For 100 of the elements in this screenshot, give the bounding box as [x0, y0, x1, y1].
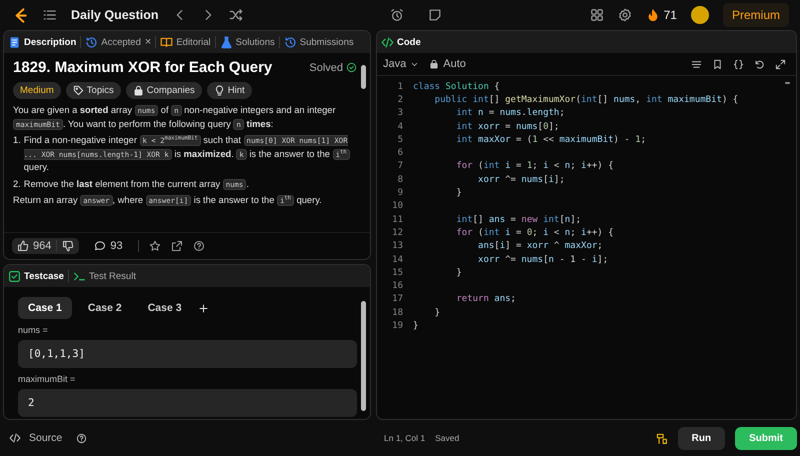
panel-tab[interactable]: Editorial [160, 36, 211, 48]
input-field[interactable]: [0,1,1,3] [18, 340, 357, 368]
terminal-icon [72, 270, 86, 282]
premium-link[interactable]: Premium [722, 3, 789, 27]
save-status: Saved [435, 433, 460, 443]
line-number: 17 [391, 294, 404, 304]
line-number: 10 [391, 201, 404, 212]
note-icon [428, 8, 442, 22]
plus-icon [198, 302, 209, 314]
code-line: } [455, 268, 462, 278]
list-number: 1. [13, 134, 21, 147]
line-number: 12 [391, 228, 404, 238]
code-line: } [413, 320, 418, 331]
panel-tab[interactable]: Solutions [220, 36, 275, 48]
input-label: nums = [18, 325, 49, 335]
case-tab[interactable]: Case 1 [18, 297, 72, 319]
code-line: public int[] getMaximumXor(int[] nums, int maximumBit) { [434, 94, 738, 105]
line-number: 4 [396, 122, 404, 132]
comments-button[interactable]: 93 [89, 238, 128, 254]
panel-tab[interactable]: Submissions [284, 36, 354, 48]
thumbs-down-icon [62, 240, 74, 252]
line-number: 5 [396, 134, 404, 145]
panel-tab[interactable]: Test Result [72, 270, 136, 282]
code-line: int n = nums.length; [455, 108, 565, 118]
code-line: xorr ^= nums[n - 1 - i]; [477, 254, 608, 264]
star-icon [148, 240, 161, 252]
lightbulb-icon [214, 85, 225, 96]
input-field[interactable]: 2 [18, 389, 357, 417]
list-number: 2. [13, 178, 21, 190]
code-line: return ans; [455, 294, 516, 304]
avatar[interactable] [690, 6, 709, 24]
grid-icon [590, 8, 604, 22]
cursor-position: Ln 1, Col 1 [384, 433, 426, 443]
auto-mode-label[interactable]: Auto [443, 58, 466, 70]
code-line: for (int i = 0; i < n; i++) { [455, 228, 614, 238]
panel-tab[interactable]: Description [8, 36, 76, 48]
check-circle-icon [346, 62, 357, 73]
close-tab-button[interactable]: × [144, 36, 152, 48]
code-icon [9, 432, 21, 444]
code-line: int[] ans = new int[n]; [455, 214, 582, 225]
lock-icon [132, 85, 144, 96]
history-icon [284, 36, 297, 48]
code-line: } [434, 308, 440, 318]
line-number: 7 [396, 161, 404, 172]
run-button[interactable]: Run [678, 426, 726, 450]
line-number: 6 [396, 148, 404, 158]
code-line: for (int i = 1; i < n; i++) { [455, 161, 614, 172]
bookmark-icon [712, 58, 723, 70]
tag-chip[interactable]: Topics [66, 82, 121, 99]
document-icon [8, 36, 21, 48]
chat-bubble-icon [94, 240, 106, 252]
line-number: 16 [391, 281, 404, 292]
solved-status: Solved [309, 62, 343, 74]
help-icon [76, 432, 88, 444]
line-number: 1 [396, 82, 404, 92]
daily-question-title[interactable]: Daily Question [71, 8, 159, 22]
share-icon [170, 240, 183, 252]
alarm-clock-icon [390, 8, 404, 22]
line-number: 11 [391, 214, 404, 225]
code-line: ans[i] = xorr ^ maxXor; [477, 241, 603, 252]
input-label: maximumBit = [18, 374, 76, 384]
checkbox-icon [8, 270, 21, 282]
panel-tab[interactable]: Accepted [85, 36, 141, 48]
expand-icon [775, 58, 786, 70]
shuffle-icon [228, 8, 243, 22]
flask-icon [220, 36, 233, 48]
menu-icon [691, 58, 702, 70]
list-icon [43, 8, 57, 22]
line-number: 3 [396, 108, 404, 118]
book-icon [160, 36, 174, 48]
braces-icon [733, 58, 744, 70]
case-tab[interactable]: Case 3 [138, 297, 192, 319]
thumbs-up-icon [17, 240, 29, 252]
code-line: int maxXor = (1 << maximumBit) - 1; [455, 134, 646, 145]
line-number: 9 [396, 188, 404, 198]
problem-title: 1829. Maximum XOR for Each Query [13, 59, 272, 76]
tag-icon [72, 85, 84, 96]
panel-tab[interactable]: Testcase [8, 270, 64, 282]
case-tab[interactable]: Case 2 [78, 297, 132, 319]
tag-chip[interactable]: Hint [206, 82, 252, 99]
line-number: 14 [391, 254, 404, 264]
line-number: 13 [391, 241, 404, 252]
line-number: 2 [396, 94, 404, 105]
language-dropdown[interactable]: Java [383, 58, 420, 70]
code-icon [381, 36, 394, 48]
help-icon [192, 240, 205, 252]
line-number: 15 [391, 268, 404, 278]
lock-icon [429, 59, 440, 69]
code-panel-title: Code [397, 36, 421, 48]
tag-chip[interactable]: Companies [126, 82, 202, 99]
code-line: xorr ^= nums[i]; [477, 174, 565, 185]
line-number: 19 [391, 320, 404, 331]
flame-icon [646, 8, 660, 22]
source-link[interactable]: Source [29, 432, 62, 444]
streak-count[interactable]: 71 [664, 8, 677, 22]
code-line: } [455, 188, 462, 198]
code-line: int xorr = nums[0]; [455, 122, 560, 132]
history-icon [85, 36, 98, 48]
line-number: 8 [396, 174, 404, 185]
difficulty-badge: Medium [13, 82, 61, 99]
